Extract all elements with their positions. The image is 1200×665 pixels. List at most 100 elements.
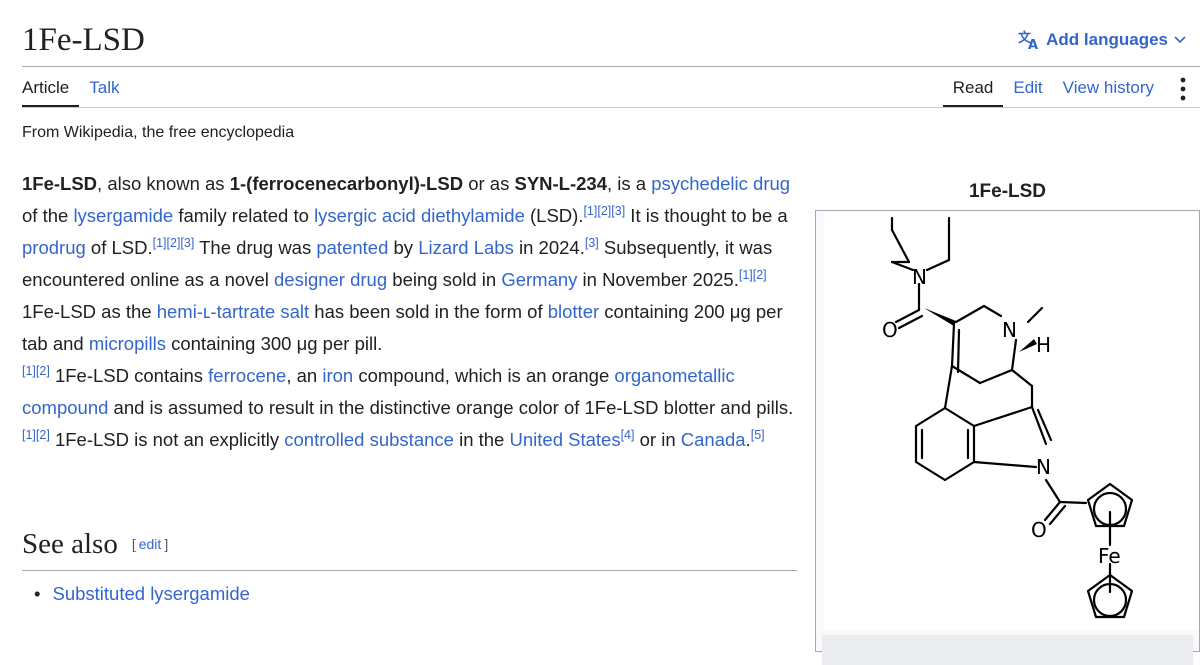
citation-link[interactable]: [2] bbox=[753, 268, 767, 282]
edit-bracket: ] bbox=[164, 536, 169, 552]
link-prodrug[interactable]: prodrug bbox=[22, 237, 86, 258]
text-run: , also known as bbox=[97, 173, 230, 194]
article-name-bold: 1Fe-LSD bbox=[22, 173, 98, 194]
alias-bold: SYN-L-234 bbox=[514, 173, 608, 194]
citation-group: [5] bbox=[751, 428, 765, 442]
text-run: , an bbox=[286, 365, 323, 386]
citation-group: [1][2][3] bbox=[583, 204, 625, 218]
edit-section-button[interactable]: edit bbox=[139, 536, 162, 552]
link-united-states[interactable]: United States bbox=[510, 429, 621, 450]
citation-link[interactable]: [3] bbox=[585, 236, 599, 250]
see-also-divider bbox=[22, 570, 797, 571]
see-also-heading-text: See also bbox=[22, 528, 118, 560]
text-run: by bbox=[388, 237, 419, 258]
atom-label-amide-nitrogen: N bbox=[912, 265, 927, 289]
infobox-image-caption-band bbox=[822, 635, 1193, 665]
see-also-list: Substituted lysergamide bbox=[22, 583, 249, 605]
text-run: or in bbox=[634, 429, 681, 450]
atom-label-carbonyl-oxygen: O bbox=[1031, 518, 1047, 542]
citation-link[interactable]: [1] bbox=[583, 204, 597, 218]
text-run: It is thought to be a bbox=[625, 205, 788, 226]
tabs-divider bbox=[22, 107, 1200, 108]
link-controlled-substance[interactable]: controlled substance bbox=[284, 429, 454, 450]
namespace-tabs: Article Talk bbox=[22, 70, 129, 107]
text-run: has been sold in the form of bbox=[309, 301, 548, 322]
citation-link[interactable]: [4] bbox=[621, 428, 635, 442]
text-run: of LSD. bbox=[85, 237, 153, 258]
citation-link[interactable]: [1] bbox=[739, 268, 753, 282]
kebab-menu-icon bbox=[1180, 77, 1186, 100]
text-run: or as bbox=[463, 173, 515, 194]
citation-link[interactable]: [1] bbox=[22, 364, 36, 378]
link-germany[interactable]: Germany bbox=[501, 269, 577, 290]
atom-label-iron: Fe bbox=[1098, 544, 1121, 568]
link-lysergamide[interactable]: lysergamide bbox=[73, 205, 173, 226]
link-hemi-l-tartrate-salt[interactable]: hemi-ʟ-tartrate salt bbox=[157, 301, 309, 322]
citation-group: [1][2][3] bbox=[153, 236, 195, 250]
link-psychedelic-drug[interactable]: psychedelic drug bbox=[651, 173, 790, 194]
molecule-structure-diagram: N O N H N O Fe bbox=[882, 216, 1134, 619]
link-designer-drug[interactable]: designer drug bbox=[274, 269, 387, 290]
citation-link[interactable]: [5] bbox=[751, 428, 765, 442]
citation-link[interactable]: [1] bbox=[153, 236, 167, 250]
text-run: of the bbox=[22, 205, 74, 226]
list-item: Substituted lysergamide bbox=[22, 583, 249, 605]
text-run: (LSD). bbox=[524, 205, 584, 226]
text-run: being sold in bbox=[387, 269, 502, 290]
text-run: family related to bbox=[173, 205, 315, 226]
tab-view-history[interactable]: View history bbox=[1053, 70, 1164, 107]
see-also-heading: See also [edit] bbox=[22, 528, 168, 561]
atom-label-methyl-nitrogen: N bbox=[1002, 318, 1017, 342]
add-languages-label: Add languages bbox=[1046, 30, 1168, 49]
citation-group: [3] bbox=[585, 236, 599, 250]
citation-link[interactable]: [2] bbox=[36, 364, 50, 378]
citation-link[interactable]: [2] bbox=[36, 428, 50, 442]
text-run: containing 300 μg per pill. bbox=[165, 333, 383, 354]
text-run: , is a bbox=[607, 173, 652, 194]
citation-group: [4] bbox=[621, 428, 635, 442]
page-title: 1Fe-LSD bbox=[22, 22, 145, 58]
lead-paragraph: 1Fe-LSD, also known as 1-(ferrocenecarbo… bbox=[22, 168, 802, 456]
citation-link[interactable]: [3] bbox=[180, 236, 194, 250]
tab-article[interactable]: Article bbox=[22, 70, 80, 107]
tab-read[interactable]: Read bbox=[942, 70, 1004, 107]
title-divider bbox=[22, 66, 1200, 67]
link-ferrocene[interactable]: ferrocene bbox=[208, 365, 286, 386]
edit-section-link: [edit] bbox=[132, 536, 168, 552]
infobox: N O N H N O Fe bbox=[815, 210, 1200, 665]
link-blotter[interactable]: blotter bbox=[548, 301, 599, 322]
text-run: 1Fe-LSD contains bbox=[49, 365, 209, 386]
link-substituted-lysergamide[interactable]: Substituted lysergamide bbox=[52, 583, 249, 604]
citation-link[interactable]: [2] bbox=[167, 236, 181, 250]
text-run: in November 2025. bbox=[577, 269, 739, 290]
more-tools-button[interactable] bbox=[1164, 70, 1186, 107]
atom-label-hydrogen: H bbox=[1036, 333, 1051, 357]
atom-label-amide-oxygen: O bbox=[882, 318, 898, 342]
citation-link[interactable]: [1] bbox=[22, 428, 36, 442]
link-lysergic-acid-diethylamide[interactable]: lysergic acid diethylamide bbox=[314, 205, 525, 226]
edit-bracket: [ bbox=[131, 536, 136, 552]
citation-group: [1][2] bbox=[739, 268, 767, 282]
infobox-caption: 1Fe-LSD bbox=[968, 181, 1047, 202]
atom-label-indole-nitrogen: N bbox=[1036, 455, 1051, 479]
link-micropills[interactable]: micropills bbox=[89, 333, 166, 354]
link-patented[interactable]: patented bbox=[316, 237, 388, 258]
tab-talk[interactable]: Talk bbox=[79, 70, 129, 107]
citation-link[interactable]: [3] bbox=[611, 204, 625, 218]
view-tabs: Read Edit View history bbox=[942, 70, 1186, 107]
add-languages-button[interactable]: 文 A Add languages bbox=[1018, 30, 1192, 50]
citation-group: [1][2] bbox=[22, 428, 50, 442]
alias-bold: 1-(ferrocenecarbonyl)-LSD bbox=[229, 173, 464, 194]
tab-edit[interactable]: Edit bbox=[1003, 70, 1052, 107]
text-run: in 2024. bbox=[513, 237, 585, 258]
link-lizard-labs[interactable]: Lizard Labs bbox=[418, 237, 514, 258]
link-iron[interactable]: iron bbox=[322, 365, 353, 386]
structure-image[interactable]: N O N H N O Fe bbox=[824, 212, 1198, 630]
text-run: 1Fe-LSD is not an explicitly bbox=[49, 429, 285, 450]
citation-link[interactable]: [2] bbox=[597, 204, 611, 218]
text-run: and is assumed to result in the distinct… bbox=[108, 397, 794, 418]
link-canada[interactable]: Canada bbox=[681, 429, 746, 450]
text-run: compound, which is an orange bbox=[353, 365, 615, 386]
text-run: in the bbox=[453, 429, 510, 450]
svg-text:A: A bbox=[1028, 38, 1038, 50]
